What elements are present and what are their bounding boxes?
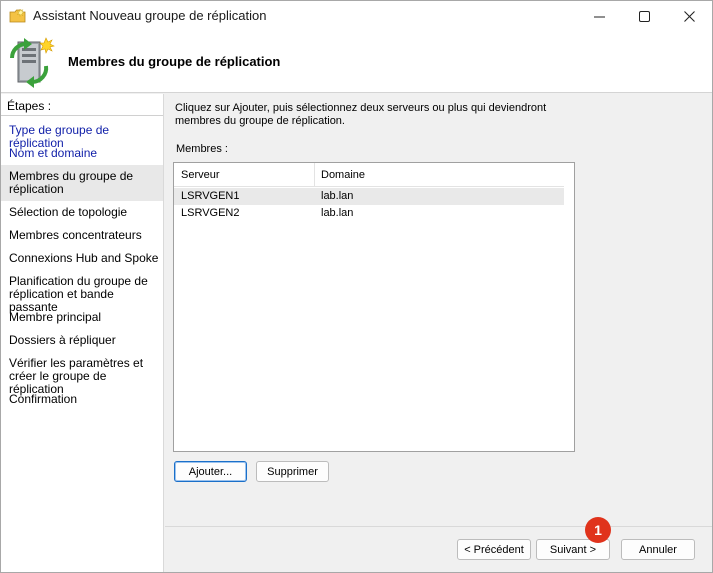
step-planification: Planification du groupe de réplication e… — [9, 274, 148, 314]
main-content: Cliquez sur Ajouter, puis sélectionnez d… — [165, 94, 712, 506]
maximize-icon — [638, 10, 650, 22]
steps-sidebar: Étapes : Type de groupe de réplication N… — [1, 94, 164, 572]
close-icon — [683, 10, 695, 22]
minimize-icon — [593, 16, 605, 17]
table-row[interactable]: LSRVGEN1 lab.lan — [174, 188, 564, 205]
table-row[interactable]: LSRVGEN2 lab.lan — [174, 205, 564, 222]
step-verifier: Vérifier les paramètres et créer le grou… — [9, 356, 144, 396]
step-confirmation: Confirmation — [9, 392, 78, 406]
step-membres-groupe: Membres du groupe de réplication — [9, 169, 134, 196]
step-connexions-hub-spoke: Connexions Hub and Spoke — [9, 251, 159, 265]
divider — [1, 115, 163, 116]
add-button[interactable]: Ajouter... — [174, 461, 247, 482]
step-selection-topologie: Sélection de topologie — [9, 205, 128, 219]
divider — [165, 526, 712, 527]
members-label: Membres : — [176, 143, 228, 155]
minimize-button[interactable] — [576, 1, 622, 31]
column-domaine[interactable]: Domaine — [321, 169, 365, 181]
row-domain: lab.lan — [321, 207, 354, 219]
window-title: Assistant Nouveau groupe de réplication — [33, 8, 267, 23]
steps-heading: Étapes : — [7, 99, 52, 113]
instructions-text: Cliquez sur Ajouter, puis sélectionnez d… — [175, 102, 547, 127]
previous-button[interactable]: < Précédent — [457, 539, 531, 560]
column-serveur[interactable]: Serveur — [181, 169, 220, 181]
step-nom-domaine[interactable]: Nom et domaine — [9, 147, 159, 160]
close-button[interactable] — [666, 1, 712, 31]
members-list[interactable]: Serveur Domaine LSRVGEN1 lab.lan LSRVGEN… — [173, 162, 575, 452]
step-membre-principal: Membre principal — [9, 310, 102, 324]
server-replication-icon — [8, 36, 56, 88]
page-title: Membres du groupe de réplication — [68, 54, 281, 69]
row-domain: lab.lan — [321, 190, 354, 202]
step-membres-concentrateurs: Membres concentrateurs — [9, 228, 142, 242]
list-header: Serveur Domaine — [174, 163, 564, 187]
wizard-footer: < Précédent Suivant > Annuler — [165, 506, 712, 572]
wizard-header: Membres du groupe de réplication — [1, 31, 712, 93]
column-separator[interactable] — [314, 163, 315, 187]
wizard-window: Assistant Nouveau groupe de réplication — [0, 0, 713, 573]
cancel-button[interactable]: Annuler — [621, 539, 695, 560]
row-server: LSRVGEN2 — [181, 207, 240, 219]
row-server: LSRVGEN1 — [181, 190, 240, 202]
step-dossiers: Dossiers à répliquer — [9, 333, 116, 347]
folder-wizard-icon — [9, 8, 27, 24]
title-bar: Assistant Nouveau groupe de réplication — [1, 1, 712, 31]
maximize-button[interactable] — [621, 1, 667, 31]
step-annotation-badge: 1 — [585, 517, 611, 543]
remove-button[interactable]: Supprimer — [256, 461, 329, 482]
